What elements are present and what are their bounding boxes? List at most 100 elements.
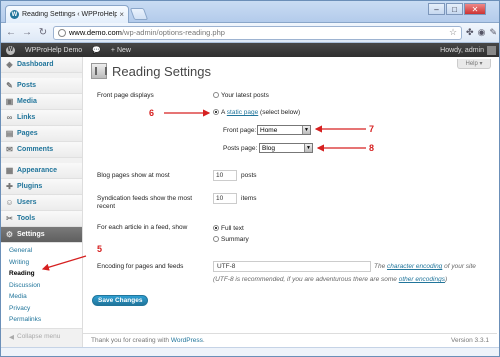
front-page-select[interactable]: Home ▼ bbox=[257, 125, 311, 135]
submenu-item-writing[interactable]: Writing bbox=[1, 257, 82, 269]
syndication-label: Syndication feeds show the most recent bbox=[97, 195, 193, 210]
static-page-prefix: A bbox=[221, 109, 225, 116]
encoding-note-prefix: (UTF-8 is recommended, if you are advent… bbox=[213, 276, 397, 283]
close-window-button[interactable]: ✕ bbox=[464, 3, 486, 15]
static-page-radio[interactable] bbox=[213, 109, 219, 115]
extension-icon[interactable]: ◉ bbox=[478, 27, 486, 38]
users-icon: ☺ bbox=[5, 198, 14, 207]
sidebar-item-users[interactable]: ☺ Users bbox=[1, 195, 82, 211]
settings-submenu: General Writing Reading Discussion Media… bbox=[1, 243, 82, 329]
admin-footer: Thank you for creating with WordPress. V… bbox=[83, 333, 497, 347]
sidebar-item-appearance[interactable]: ▦ Appearance bbox=[1, 163, 82, 179]
encoding-description: The character encoding of your site bbox=[374, 263, 476, 271]
site-name-link[interactable]: WPProHelp Demo bbox=[20, 43, 87, 57]
browser-tab[interactable]: W Reading Settings ‹ WPProHelp × bbox=[5, 5, 129, 23]
annotation-number-6: 6 bbox=[149, 108, 155, 118]
static-page-suffix: (select below) bbox=[260, 109, 301, 116]
sidebar-item-pages[interactable]: ▤ Pages bbox=[1, 126, 82, 142]
new-tab-button[interactable] bbox=[129, 8, 149, 20]
url-domain: www.demo.com bbox=[69, 28, 122, 37]
collapse-menu-button[interactable]: ◀ Collapse menu bbox=[1, 329, 82, 345]
bookmark-star-icon[interactable]: ☆ bbox=[449, 27, 457, 38]
summary-option[interactable]: Summary bbox=[213, 236, 249, 244]
forward-arrow-icon[interactable]: → bbox=[21, 27, 33, 38]
settings-icon: ⚙ bbox=[5, 230, 14, 239]
sidebar-item-label: Tools bbox=[17, 215, 36, 222]
version-text: Version 3.3.1 bbox=[451, 337, 489, 344]
wp-logo-menu[interactable]: W bbox=[1, 43, 20, 57]
url-path: /wp-admin/options-reading.php bbox=[121, 28, 225, 37]
reload-icon[interactable]: ↻ bbox=[37, 27, 49, 38]
wordpress-link[interactable]: WordPress bbox=[171, 337, 203, 344]
new-content-menu[interactable]: + New bbox=[106, 43, 136, 57]
encoding-note: (UTF-8 is recommended, if you are advent… bbox=[213, 276, 447, 284]
blog-pages-label: Blog pages show at most bbox=[97, 172, 170, 179]
tab-bar: W Reading Settings ‹ WPProHelp × – □ ✕ bbox=[1, 1, 499, 23]
sidebar-item-plugins[interactable]: ✚ Plugins bbox=[1, 179, 82, 195]
sidebar-item-media[interactable]: ▣ Media bbox=[1, 94, 82, 110]
sidebar-item-links[interactable]: ∞ Links bbox=[1, 110, 82, 126]
static-page-option[interactable]: A static page (select below) bbox=[213, 109, 300, 117]
pushpin-icon: ✎ bbox=[6, 81, 13, 90]
full-text-option[interactable]: Full text bbox=[213, 225, 244, 233]
static-page-link[interactable]: static page bbox=[227, 109, 258, 116]
latest-posts-radio[interactable] bbox=[213, 92, 219, 98]
footer-thanks: Thank you for creating with WordPress. bbox=[91, 337, 205, 344]
wrench-icon[interactable]: ✎ bbox=[489, 27, 497, 38]
sidebar-item-label: Comments bbox=[17, 146, 54, 153]
status-bar bbox=[1, 347, 499, 356]
submenu-item-privacy[interactable]: Privacy bbox=[1, 303, 82, 315]
dashboard-icon: ◈ bbox=[6, 60, 13, 69]
submenu-item-reading[interactable]: Reading bbox=[1, 268, 82, 280]
submenu-item-media[interactable]: Media bbox=[1, 291, 82, 303]
collapse-arrow-icon: ◀ bbox=[9, 333, 14, 341]
encoding-note-suffix: ) bbox=[444, 276, 448, 283]
sidebar-item-label: Appearance bbox=[17, 167, 58, 174]
latest-posts-option[interactable]: Your latest posts bbox=[213, 92, 269, 100]
blog-pages-input[interactable]: 10 bbox=[213, 170, 237, 181]
feed-article-label: For each article in a feed, show bbox=[97, 224, 188, 231]
posts-page-select[interactable]: Blog ▼ bbox=[259, 143, 313, 153]
comments-icon[interactable]: 💬 bbox=[87, 43, 106, 57]
wordpress-favicon-icon: W bbox=[10, 10, 19, 19]
sidebar-item-settings[interactable]: ⚙ Settings bbox=[1, 227, 82, 243]
sidebar-item-label: Plugins bbox=[17, 183, 43, 190]
chevron-down-icon: ▼ bbox=[304, 144, 312, 152]
page-icon: ▤ bbox=[5, 129, 14, 138]
extension-icon[interactable]: ✤ bbox=[466, 27, 474, 38]
character-encoding-link[interactable]: character encoding bbox=[387, 263, 442, 270]
back-arrow-icon[interactable]: ← bbox=[5, 27, 17, 38]
maximize-button[interactable]: □ bbox=[446, 3, 463, 15]
address-bar[interactable]: www.demo.com /wp-admin/options-reading.p… bbox=[53, 25, 463, 40]
minimize-button[interactable]: – bbox=[428, 3, 445, 15]
sidebar-item-posts[interactable]: ✎ Posts bbox=[1, 78, 82, 94]
close-tab-icon[interactable]: × bbox=[119, 10, 124, 19]
sidebar-item-tools[interactable]: ✂ Tools bbox=[1, 211, 82, 227]
help-button[interactable]: Help ▾ bbox=[457, 59, 491, 69]
submenu-item-general[interactable]: General bbox=[1, 245, 82, 257]
page-header: Reading Settings bbox=[91, 63, 211, 79]
tools-icon: ✂ bbox=[6, 214, 13, 223]
extension-icons: ✤ ◉ ✎ bbox=[466, 27, 497, 38]
wp-admin-bar: W WPProHelp Demo 💬 + New Howdy, admin bbox=[1, 43, 499, 57]
media-icon: ▣ bbox=[5, 97, 14, 106]
comment-icon: ✉ bbox=[6, 145, 13, 154]
summary-radio[interactable] bbox=[213, 236, 219, 242]
syndication-unit: items bbox=[241, 195, 257, 202]
browser-window: W Reading Settings ‹ WPProHelp × – □ ✕ ←… bbox=[0, 0, 500, 357]
syndication-input[interactable]: 10 bbox=[213, 193, 237, 204]
account-menu[interactable]: Howdy, admin bbox=[435, 43, 499, 57]
sidebar-item-comments[interactable]: ✉ Comments bbox=[1, 142, 82, 158]
footer-period: . bbox=[202, 337, 205, 344]
submenu-item-permalinks[interactable]: Permalinks bbox=[1, 314, 82, 326]
save-changes-button[interactable]: Save Changes bbox=[92, 295, 149, 306]
encoding-input[interactable]: UTF-8 bbox=[213, 261, 371, 272]
sidebar-item-label: Pages bbox=[17, 130, 38, 137]
avatar bbox=[487, 45, 496, 55]
other-encodings-link[interactable]: other encodings bbox=[399, 276, 445, 283]
full-text-radio[interactable] bbox=[213, 225, 219, 231]
encoding-label: Encoding for pages and feeds bbox=[97, 263, 184, 270]
submenu-item-discussion[interactable]: Discussion bbox=[1, 280, 82, 292]
sidebar-item-label: Links bbox=[17, 114, 36, 121]
sidebar-item-dashboard[interactable]: ◈ Dashboard bbox=[1, 57, 82, 73]
